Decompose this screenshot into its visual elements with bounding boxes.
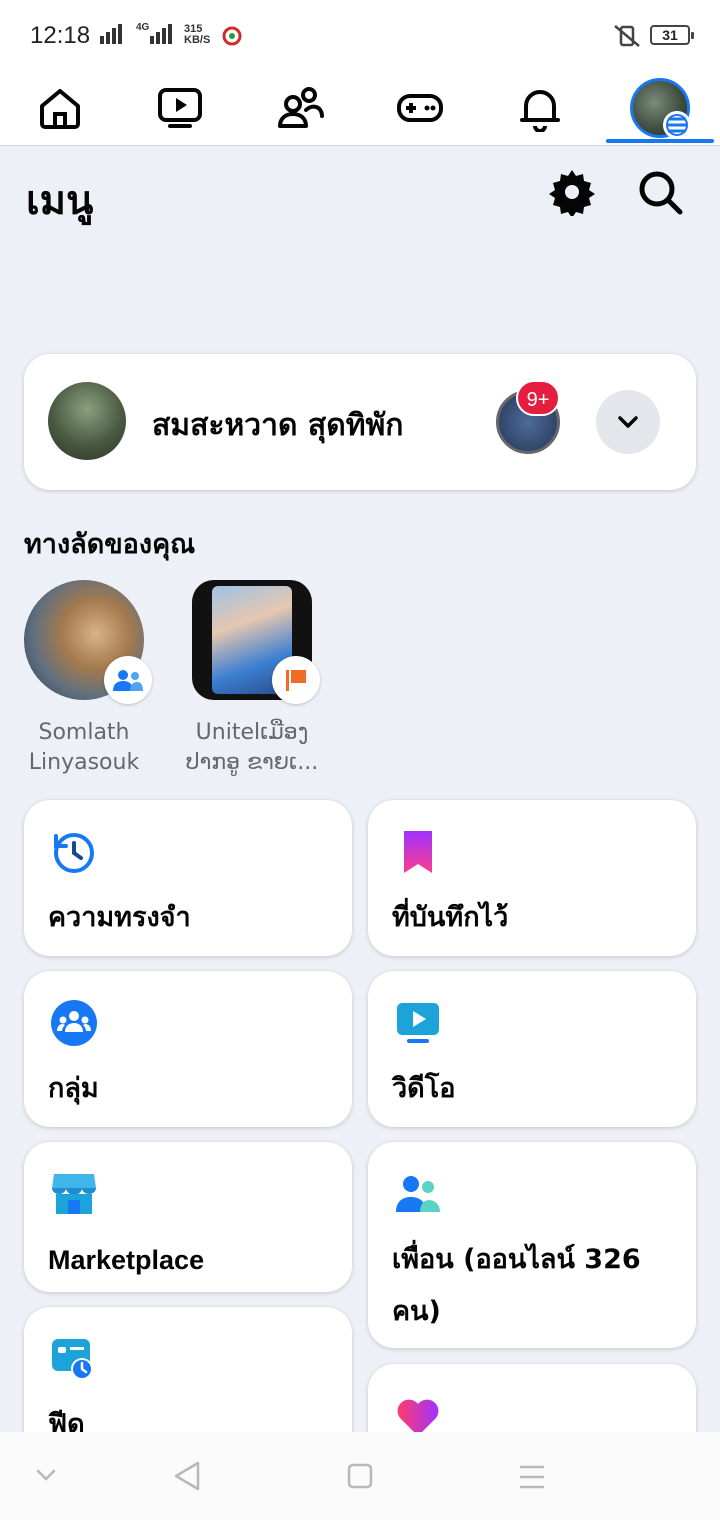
menu-label: เพื่อน (ออนไลน์ 326 คน) [392,1244,641,1327]
friends-menu-icon [396,1176,440,1212]
menu-video[interactable]: วิดีโอ [368,971,696,1127]
top-navigation [0,70,720,146]
signal-icon-secondary [150,24,174,44]
notifications-icon [520,90,560,132]
nav-gaming[interactable] [360,70,480,146]
shortcut-label: Somlath Linyasouk [28,720,140,775]
menu-friends[interactable]: เพื่อน (ออนไลน์ 326 คน) [368,1142,696,1348]
signal-icon [100,24,124,44]
active-tab-indicator [606,139,714,143]
collapse-nav-icon[interactable] [36,1468,56,1482]
story-count-badge: 9+ [516,380,560,416]
groups-icon [51,1000,97,1046]
profile-switch-button[interactable] [596,390,660,454]
menu-label: Marketplace [48,1245,205,1275]
shortcut-item[interactable]: Unitelເມືອງ ປາກອູ ຂາຍເ... [182,580,322,778]
status-bar: 12:18 4G 315 KB/S 31 [0,0,720,70]
profile-menu-avatar [630,78,691,139]
nav-home[interactable] [0,70,120,146]
gear-icon[interactable] [548,168,596,216]
home-icon [40,89,80,129]
gaming-icon [397,94,443,122]
chevron-down-icon [618,416,638,428]
back-icon[interactable] [172,1460,202,1492]
avatar[interactable] [48,382,126,460]
menu-saved[interactable]: ที่บันทึกไว้ [368,800,696,956]
menu-label: ที่บันทึกไว้ [392,902,509,933]
bookmark-icon [404,831,432,873]
menu-memories[interactable]: ความทรงจำ [24,800,352,956]
search-icon[interactable] [636,168,684,216]
menu-icon [663,111,691,139]
nav-friends[interactable] [240,70,360,146]
status-time: 12:18 [30,22,91,49]
vibrate-mute-icon [614,25,640,47]
nav-video[interactable] [120,70,240,146]
video-watch-icon [397,1003,439,1043]
shortcut-item[interactable]: Somlath Linyasouk [14,580,154,778]
home-button-icon[interactable] [346,1462,374,1490]
menu-label: ความทรงจำ [48,902,191,933]
friends-icon [278,87,324,128]
marketplace-icon [52,1174,96,1214]
menu-groups[interactable]: กลุ่ม [24,971,352,1127]
menu-marketplace[interactable]: Marketplace [24,1142,352,1292]
page-title: เมนู [26,178,94,224]
group-icon [104,656,152,704]
shortcuts-title: ทางลัดของคุณ [24,529,196,560]
menu-label: วิดีโอ [392,1073,456,1104]
battery-indicator: 31 [650,25,694,45]
menu-label: กลุ่ม [48,1073,99,1104]
system-navigation-bar [0,1432,720,1520]
network-speed: 315 KB/S [184,23,211,46]
recents-icon[interactable] [518,1464,546,1490]
memories-icon [54,833,94,873]
video-icon [158,88,202,128]
nav-menu-profile[interactable] [600,70,720,146]
profile-card[interactable]: สมสะหวาด สุดทิพัก 9+ [24,354,696,490]
app-notification-icon [222,26,242,46]
profile-name[interactable]: สมสะหวาด สุดทิพัก [152,402,403,449]
nav-notifications[interactable] [480,70,600,146]
page-flag-icon [272,656,320,704]
shortcut-label: Unitelເມືອງ ປາກອູ ຂາຍເ... [185,720,319,775]
network-type: 4G [136,22,150,33]
feeds-icon [52,1339,93,1380]
